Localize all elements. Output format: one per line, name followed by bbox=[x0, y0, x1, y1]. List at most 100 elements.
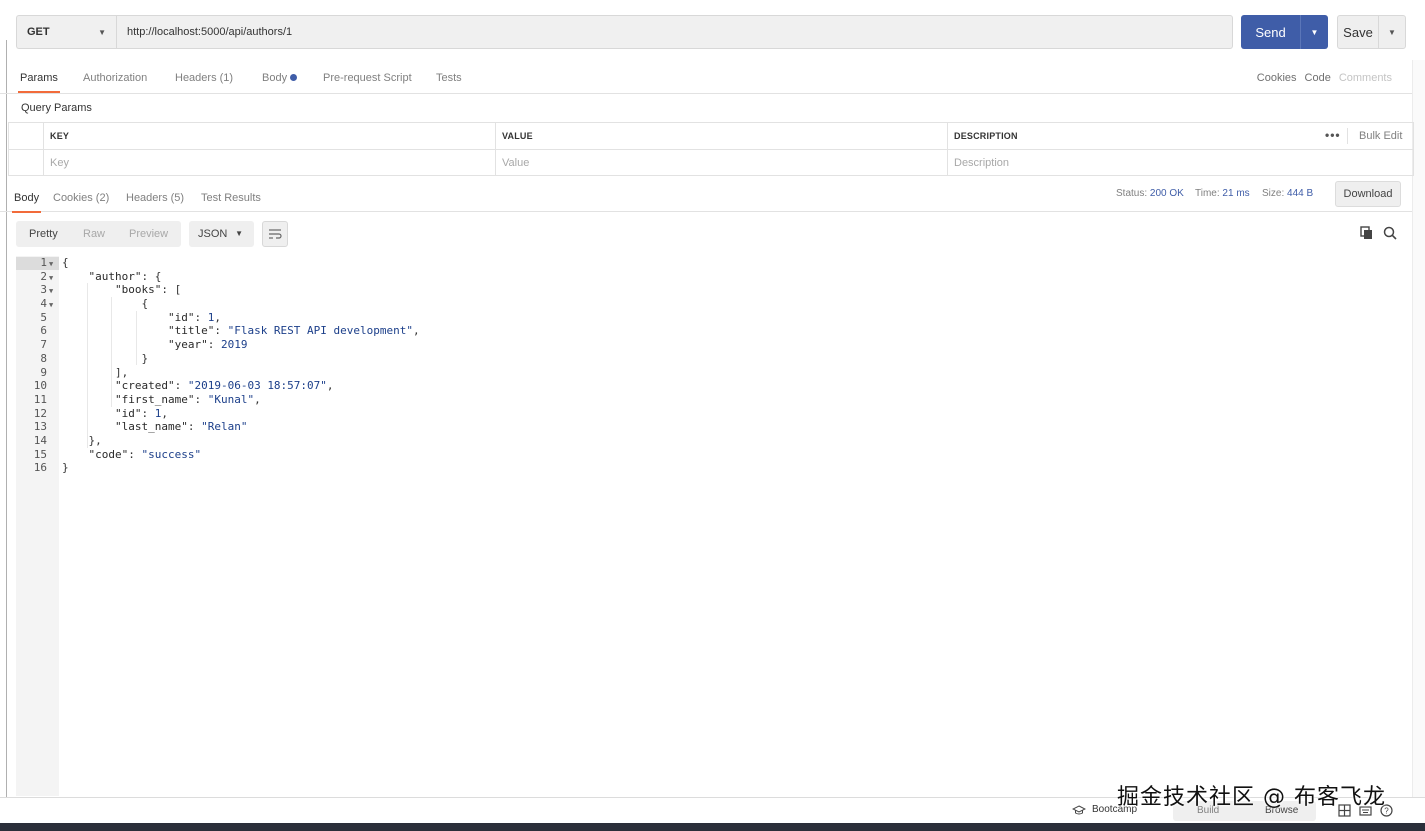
code-line: 6 "title": "Flask REST API development", bbox=[16, 324, 419, 338]
url-value: http://localhost:5000/api/authors/1 bbox=[127, 26, 293, 38]
time-label: Time: bbox=[1195, 188, 1220, 199]
tab-tests[interactable]: Tests bbox=[436, 72, 462, 84]
code-line: 7 "year": 2019 bbox=[16, 338, 247, 352]
method-select[interactable]: GET ▼ bbox=[16, 15, 116, 49]
code-content: 1 ▼{2 ▼ "author": {3 ▼ "books": [4 ▼ {5 "id"… bbox=[16, 256, 420, 475]
response-body-editor[interactable]: 1 ▼{2 ▼ "author": {3 ▼ "books": [4 ▼ {5 "id"… bbox=[16, 256, 1412, 796]
status-value: 200 OK bbox=[1149, 188, 1184, 199]
json-key: "first_name" bbox=[114, 392, 195, 406]
line-number: 4 bbox=[40, 297, 47, 311]
code-text: "id": 1, bbox=[114, 406, 168, 420]
json-value: 2019 bbox=[220, 338, 248, 352]
json-value: "Kunal" bbox=[207, 392, 255, 406]
row-checkbox[interactable] bbox=[9, 150, 44, 176]
code-text: } bbox=[62, 461, 69, 475]
response-tabs: Body Cookies (2) Headers (5) Test Result… bbox=[0, 180, 1412, 213]
watermark-text: 掘金技术社区 @ 布客飞龙 bbox=[1117, 785, 1386, 810]
download-button[interactable]: Download bbox=[1335, 181, 1401, 207]
save-button[interactable]: Save ▼ bbox=[1337, 15, 1406, 49]
line-number: 5 bbox=[40, 310, 47, 324]
tab-test-results[interactable]: Test Results bbox=[201, 192, 261, 204]
code-line: 4 ▼ { bbox=[16, 297, 148, 311]
json-key: "title" bbox=[167, 324, 215, 338]
tab-pre-request-script[interactable]: Pre-request Script bbox=[323, 72, 412, 84]
copy-icon[interactable] bbox=[1360, 226, 1374, 243]
time-info: Time: 21 ms bbox=[1195, 188, 1250, 199]
line-number: 1 bbox=[40, 256, 47, 269]
value-input[interactable]: Value bbox=[496, 150, 948, 176]
tab-response-body[interactable]: Body bbox=[11, 192, 42, 213]
code-line: 2 ▼ "author": { bbox=[16, 269, 161, 284]
tab-body[interactable]: Body bbox=[262, 72, 298, 84]
line-number: 16 bbox=[33, 461, 47, 475]
more-options-icon[interactable]: ••• bbox=[1325, 128, 1341, 142]
comments-link[interactable]: Comments bbox=[1339, 72, 1392, 84]
code-line: 3 ▼ "books": [ bbox=[16, 283, 181, 297]
tab-response-headers[interactable]: Headers (5) bbox=[126, 192, 184, 204]
json-value: "2019-06-03 18:57:07" bbox=[187, 379, 327, 393]
format-select[interactable]: JSON ▼ bbox=[189, 221, 254, 247]
view-pretty[interactable]: Pretty bbox=[29, 228, 58, 240]
key-column-header: KEY bbox=[44, 123, 496, 149]
size-info: Size: 444 B bbox=[1262, 188, 1313, 199]
save-label: Save bbox=[1343, 24, 1373, 40]
json-key: "last_name" bbox=[114, 420, 188, 434]
code-text: ], bbox=[62, 365, 129, 379]
json-value: "success" bbox=[141, 447, 202, 461]
method-value: GET bbox=[27, 26, 50, 38]
line-number: 10 bbox=[33, 379, 47, 393]
json-key: "code" bbox=[88, 447, 129, 461]
wrap-lines-icon bbox=[269, 229, 282, 239]
code-text: "title": "Flask REST API development", bbox=[167, 324, 420, 338]
key-input[interactable]: Key bbox=[44, 150, 496, 176]
request-links: Cookies Code Comments bbox=[1249, 72, 1392, 84]
code-link[interactable]: Code bbox=[1305, 72, 1331, 84]
url-input[interactable]: http://localhost:5000/api/authors/1 bbox=[116, 15, 1233, 49]
send-button[interactable]: Send ▼ bbox=[1241, 15, 1328, 49]
line-number: 8 bbox=[40, 351, 47, 365]
view-mode-group: Pretty Raw Preview bbox=[16, 221, 181, 247]
cookies-link[interactable]: Cookies bbox=[1257, 72, 1297, 84]
status-info: Status: 200 OK bbox=[1116, 188, 1184, 199]
view-preview[interactable]: Preview bbox=[129, 228, 168, 240]
table-header-row: KEY VALUE DESCRIPTION ••• Bulk Edit bbox=[9, 123, 1413, 150]
size-label: Size: bbox=[1262, 188, 1285, 199]
code-line: 5 "id": 1, bbox=[16, 310, 221, 325]
tab-headers[interactable]: Headers (1) bbox=[175, 72, 233, 84]
query-params-title: Query Params bbox=[21, 102, 92, 114]
value-column-header: VALUE bbox=[496, 123, 948, 149]
json-key: "id" bbox=[167, 310, 195, 324]
line-number: 11 bbox=[33, 392, 47, 406]
chevron-down-icon: ▼ bbox=[98, 28, 106, 37]
tab-params[interactable]: Params bbox=[18, 72, 60, 93]
request-tabs: Params Authorization Headers (1) Body Pr… bbox=[0, 64, 1412, 94]
chevron-down-icon: ▼ bbox=[235, 229, 243, 238]
line-number: 9 bbox=[40, 365, 47, 379]
description-input[interactable]: Description bbox=[948, 150, 1318, 176]
code-text: "author": { bbox=[88, 269, 162, 283]
line-number: 6 bbox=[40, 324, 47, 338]
window-bottom-edge bbox=[0, 823, 1425, 831]
line-number: 13 bbox=[33, 420, 47, 434]
json-key: "id" bbox=[114, 406, 142, 420]
tab-response-cookies[interactable]: Cookies (2) bbox=[53, 192, 109, 204]
bulk-edit-link[interactable]: Bulk Edit bbox=[1359, 130, 1402, 142]
code-line: 10 "created": "2019-06-03 18:57:07", bbox=[16, 379, 334, 393]
code-line: 11 "first_name": "Kunal", bbox=[16, 392, 261, 407]
wrap-lines-button[interactable] bbox=[262, 221, 288, 247]
line-number: 15 bbox=[33, 447, 47, 461]
chevron-down-icon[interactable]: ▼ bbox=[1379, 28, 1405, 37]
view-raw[interactable]: Raw bbox=[83, 228, 105, 240]
code-text: "year": 2019 bbox=[167, 338, 248, 352]
size-value: 444 B bbox=[1287, 188, 1314, 199]
json-key: "books" bbox=[114, 283, 162, 297]
panel-edge bbox=[6, 40, 7, 800]
tab-authorization[interactable]: Authorization bbox=[83, 72, 147, 84]
code-text: "books": [ bbox=[114, 283, 182, 297]
search-icon[interactable] bbox=[1383, 226, 1397, 243]
chevron-down-icon[interactable]: ▼ bbox=[1301, 28, 1328, 37]
line-number: 2 bbox=[40, 269, 47, 283]
json-key: "created" bbox=[114, 379, 175, 393]
line-number: 7 bbox=[40, 338, 47, 352]
code-line: 12 "id": 1, bbox=[16, 407, 168, 421]
